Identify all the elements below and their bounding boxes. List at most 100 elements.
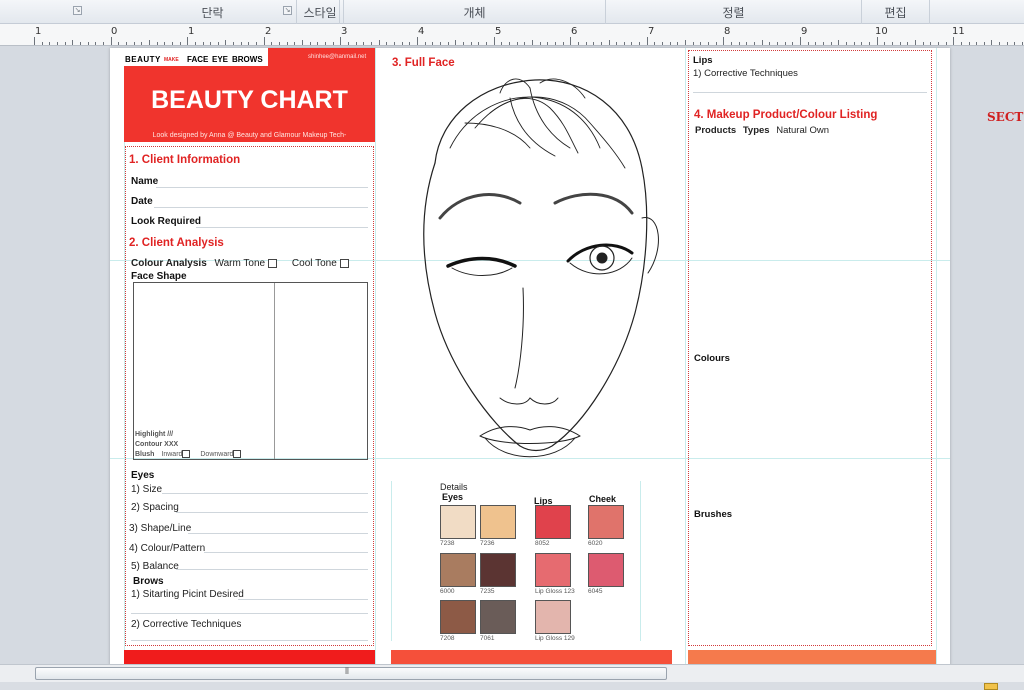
ruler-tick [409,42,410,45]
ruler-tick [287,42,288,45]
face-shape-label: Face Shape [131,271,187,282]
colour-swatch[interactable] [535,505,571,539]
ruler-tick [624,42,625,45]
colour-swatch[interactable] [440,600,476,634]
ruler-tick [149,40,150,45]
email-box: shinhee@hanmail.net [268,48,375,66]
section-title: 4. Makeup Product/Colour Listing [694,109,878,121]
inward-checkbox[interactable] [182,450,191,458]
ruler-tick [264,37,265,45]
ribbon-group-label: 정렬 [722,5,745,20]
ruler-tick [700,42,701,45]
ruler-tick [448,42,449,45]
ruler-tick [586,42,587,45]
cool-tone-label: Cool Tone [291,258,337,269]
ruler-tick [325,42,326,45]
look-required-field[interactable] [196,227,368,228]
ruler-tick [333,42,334,45]
nav-item-eye[interactable]: EYE [212,55,228,64]
ruler-tick [157,42,158,45]
document-page[interactable]: BEAUTY MAKE FACE EYE BROWS shinhee@hanma… [110,48,950,666]
ruler-tick [425,42,426,45]
ruler-tick [57,42,58,45]
ruler-tick [371,42,372,45]
colour-swatch[interactable] [480,600,516,634]
eye-field[interactable] [176,569,368,570]
ruler-tick [547,42,548,45]
nav-item-brows[interactable]: BROWS [232,55,263,64]
colour-analysis-label: Colour Analysis [131,258,207,269]
colour-swatch[interactable] [535,600,571,634]
ruler-tick [317,42,318,45]
ruler-tick [884,42,885,45]
ribbon-group-style[interactable]: 스타일 [296,0,344,24]
swatch-code: 7235 [480,588,495,595]
nav-item-face[interactable]: FACE [187,55,208,64]
banner: BEAUTY CHART Look designed by Anna @ Bea… [124,66,375,142]
details-label: Details [440,482,468,492]
ribbon-group-bar: 단락 ↘ ↘ 스타일 개체 정렬 편집 [0,0,1024,24]
downward-checkbox[interactable] [233,450,242,458]
ruler-tick [754,42,755,45]
ruler-tick [440,42,441,45]
cool-tone-checkbox[interactable] [339,258,349,268]
face-shape-box[interactable]: Highlight /// Contour XXX Blush Inward D… [133,282,368,460]
ruler-tick [509,42,510,45]
ruler-tick [991,40,992,45]
lips-field[interactable] [693,92,927,93]
ruler-tick [379,40,380,45]
colour-swatch[interactable] [480,505,516,539]
colour-swatch[interactable] [440,553,476,587]
ruler-tick [225,40,226,45]
ruler-tick [271,42,272,45]
ruler-label: 10 [875,26,888,37]
guide-line [936,48,937,666]
colour-swatch[interactable] [588,553,624,587]
ruler-tick [180,42,181,45]
brow-field[interactable] [238,599,368,600]
blush-row: Blush Inward Downward [135,450,242,458]
brow-field[interactable] [131,640,368,641]
ruler-tick [923,42,924,45]
dialog-launcher-icon[interactable]: ↘ [73,6,82,15]
ruler-tick [348,42,349,45]
scrollbar-thumb[interactable]: ⦀ [35,667,667,680]
dialog-launcher-icon[interactable]: ↘ [283,6,292,15]
ruler-tick [877,37,878,45]
ribbon-group-edit[interactable]: 편집 [862,0,930,24]
ruler-tick [570,37,571,45]
ruler-tick [540,42,541,45]
ruler-tick [953,37,954,45]
colour-swatch[interactable] [535,553,571,587]
swatch-code: 6045 [588,588,603,595]
date-field[interactable] [154,207,368,208]
brow-field[interactable] [131,613,368,614]
ribbon-group-object[interactable]: 개체 [344,0,606,24]
ruler-tick [294,42,295,45]
horizontal-ruler[interactable]: 1 0 1 2 3 4 5 6 7 8 9 10 11 [0,24,1024,46]
ruler-tick [631,42,632,45]
ruler-label: 0 [111,26,118,37]
ruler-tick [555,42,556,45]
ruler-tick [938,42,939,45]
eye-field[interactable] [162,493,368,494]
ruler-tick [478,42,479,45]
view-mode-icon[interactable] [984,683,998,690]
colour-swatch[interactable] [588,505,624,539]
ruler-tick [609,40,610,45]
ruler-tick [80,42,81,45]
swatch-code: 7061 [480,635,495,642]
eye-field[interactable] [176,512,368,513]
warm-tone-checkbox[interactable] [268,258,278,268]
lips-item: 1) Corrective Techniques [693,68,798,79]
eye-field[interactable] [204,552,368,553]
ruler-tick [172,42,173,45]
name-field[interactable] [156,187,368,188]
ruler-tick [402,42,403,45]
swatch-code: 7236 [480,540,495,547]
ribbon-group-arrange[interactable]: 정렬 [606,0,862,24]
eye-field[interactable] [188,533,368,534]
swatch-code: 8052 [535,540,550,547]
colour-swatch[interactable] [440,505,476,539]
colour-swatch[interactable] [480,553,516,587]
